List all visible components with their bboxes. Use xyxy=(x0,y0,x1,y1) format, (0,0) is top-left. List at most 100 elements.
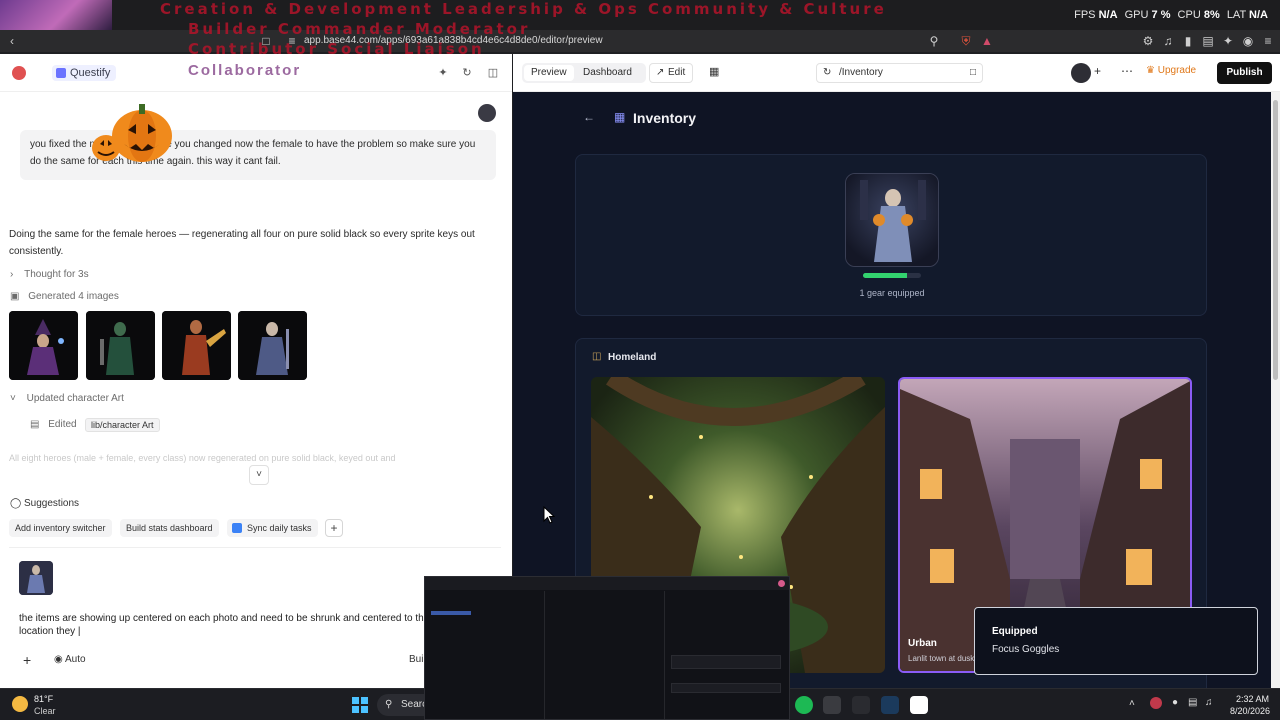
attached-image[interactable] xyxy=(19,561,53,595)
hero-sprite-mage xyxy=(238,311,307,380)
collaborator-avatar[interactable] xyxy=(1071,63,1091,83)
updated-row[interactable]: ˅ Updated character Art xyxy=(10,393,124,404)
steam-icon[interactable] xyxy=(881,696,899,714)
upgrade-button[interactable]: ♛ Upgrade xyxy=(1146,65,1196,76)
app-name-badge[interactable]: Questify xyxy=(52,65,117,81)
chat-input[interactable]: the items are showing up centered on eac… xyxy=(19,612,439,638)
hero-sprite-witch xyxy=(9,311,78,380)
publish-button[interactable]: Publish xyxy=(1217,62,1272,84)
crown-icon: ♛ xyxy=(1146,65,1155,76)
hero-portrait[interactable] xyxy=(845,173,939,267)
edited-text: Edited xyxy=(48,419,77,430)
cpu-value: 8% xyxy=(1203,9,1220,21)
faded-preview-text: All eight heroes (male + female, every c… xyxy=(9,453,396,463)
mouse-cursor-icon xyxy=(543,506,555,524)
address-bar: ‹ □ ≡ app.base44.com/apps/693a61a838b4cd… xyxy=(0,30,1280,52)
fps-value: N/A xyxy=(1098,9,1118,21)
add-suggestion-button[interactable]: + xyxy=(325,519,343,537)
clock-time[interactable]: 2:32 AM xyxy=(1236,694,1269,704)
suggestions-label: Suggestions xyxy=(24,498,80,509)
zoom-icon[interactable]: ⚲ xyxy=(926,33,942,49)
preview-scrollbar[interactable] xyxy=(1271,92,1280,688)
discord-icon[interactable] xyxy=(910,696,928,714)
url-text: app.base44.com/apps/693a61a838b4cd4e6c4d… xyxy=(304,35,603,46)
vpn-icon[interactable]: ◉ xyxy=(1240,33,1256,49)
view-toggle: Preview Dashboard xyxy=(522,63,646,83)
sidebar-icon[interactable]: ▮ xyxy=(1180,33,1196,49)
tab-thumbnail-art[interactable] xyxy=(0,0,112,32)
wallet-icon[interactable]: ▤ xyxy=(1200,33,1216,49)
more-icon[interactable]: ⋯ xyxy=(1121,64,1133,78)
preview-toolbar: Preview Dashboard ↗ Edit ▦ ↻ /Inventory … xyxy=(513,54,1280,92)
clock-date[interactable]: 8/20/2026 xyxy=(1230,706,1270,716)
extensions-icon[interactable]: ⚙ xyxy=(1140,33,1156,49)
weather-temperature[interactable]: 81°F xyxy=(34,694,53,704)
spotify-icon[interactable] xyxy=(795,696,813,714)
editor-toolbar: Questify Collaborator ✦ ↻ ◫ xyxy=(0,54,512,92)
calendar-icon xyxy=(232,523,242,533)
app-logo-icon[interactable] xyxy=(12,66,26,80)
edited-file-chip[interactable]: lib/character Art xyxy=(85,418,160,432)
rewards-icon[interactable]: ▲ xyxy=(979,33,995,49)
scroll-down-button[interactable]: ˅ xyxy=(249,465,269,485)
browser-tab-strip: FPS N/A GPU 7 % CPU 8% LAT N/A xyxy=(0,0,1280,32)
windows-logo-icon xyxy=(352,697,368,713)
thought-row[interactable]: › Thought for 3s xyxy=(10,269,89,280)
media-icon[interactable]: ♫ xyxy=(1160,33,1176,49)
history-icon[interactable]: ↻ xyxy=(460,66,474,80)
download-icon[interactable] xyxy=(852,696,870,714)
network-icon[interactable]: ▤ xyxy=(1188,697,1197,708)
tray-chevron-icon[interactable]: ˄ xyxy=(1129,698,1135,709)
suggestion-chip-1[interactable]: Add inventory switcher xyxy=(9,519,112,537)
cpu-label: CPU xyxy=(1177,9,1201,21)
edit-button[interactable]: ↗ Edit xyxy=(649,63,694,83)
gpu-value: 7 % xyxy=(1151,9,1171,21)
suggestion-chip-3[interactable]: Sync daily tasks xyxy=(227,519,318,537)
microphone-icon[interactable]: ● xyxy=(1172,697,1178,708)
route-input[interactable]: ↻ /Inventory □ xyxy=(816,63,983,83)
generated-row[interactable]: ▣ Generated 4 images xyxy=(10,291,119,302)
windows-start-icon[interactable] xyxy=(352,697,368,713)
generated-image-4[interactable] xyxy=(238,311,307,380)
magic-wand-icon[interactable]: ✦ xyxy=(436,66,450,80)
mode-selector[interactable]: ◉ Auto xyxy=(54,654,86,665)
add-attachment-icon[interactable]: + xyxy=(23,652,31,668)
brave-shield-icon[interactable]: ⛨ xyxy=(958,33,974,49)
bookmark-icon[interactable]: □ xyxy=(258,33,274,49)
moon-weather-icon[interactable] xyxy=(12,696,28,712)
file-icon: ▤ xyxy=(30,419,40,430)
url-field[interactable]: ≡ app.base44.com/apps/693a61a838b4cd4e6c… xyxy=(278,32,968,50)
generated-image-1[interactable] xyxy=(9,311,78,380)
lat-value: N/A xyxy=(1249,9,1268,21)
fps-label: FPS xyxy=(1074,9,1096,21)
leo-icon[interactable]: ✦ xyxy=(1220,33,1236,49)
generated-image-3[interactable] xyxy=(162,311,231,380)
preview-titlebar xyxy=(425,577,789,590)
grid-icon[interactable]: ▦ xyxy=(709,65,719,78)
settings-icon[interactable] xyxy=(823,696,841,714)
generated-image-2[interactable] xyxy=(86,311,155,380)
taskbar-window-preview[interactable] xyxy=(424,576,790,720)
preview-column-2 xyxy=(545,591,665,719)
back-arrow-icon[interactable]: ← xyxy=(583,110,595,124)
tray-app-icon[interactable] xyxy=(1150,697,1162,709)
scrollbar-thumb[interactable] xyxy=(1273,100,1278,380)
invite-icon[interactable]: + xyxy=(1094,64,1101,78)
suggestion-chip-2[interactable]: Build stats dashboard xyxy=(120,519,219,537)
collapse-panel-icon[interactable]: ◫ xyxy=(486,66,500,80)
preview-close-icon[interactable] xyxy=(778,580,785,587)
updated-text: Updated character Art xyxy=(26,393,124,404)
site-info-icon[interactable]: ≡ xyxy=(284,33,300,49)
preview-input xyxy=(671,655,781,669)
equip-toast: Equipped Focus Goggles xyxy=(974,607,1258,675)
weather-condition[interactable]: Clear xyxy=(34,706,56,716)
dashboard-tab[interactable]: Dashboard xyxy=(576,65,639,81)
comment-icon: □ xyxy=(969,67,976,78)
volume-icon[interactable]: ♫ xyxy=(1205,697,1213,708)
thought-text: Thought for 3s xyxy=(24,269,89,280)
preview-tab[interactable]: Preview xyxy=(524,65,574,81)
user-avatar xyxy=(478,104,496,122)
menu-icon[interactable]: ≡ xyxy=(1260,33,1276,49)
back-icon[interactable]: ‹ xyxy=(4,33,20,49)
mode-label: Auto xyxy=(64,654,86,665)
